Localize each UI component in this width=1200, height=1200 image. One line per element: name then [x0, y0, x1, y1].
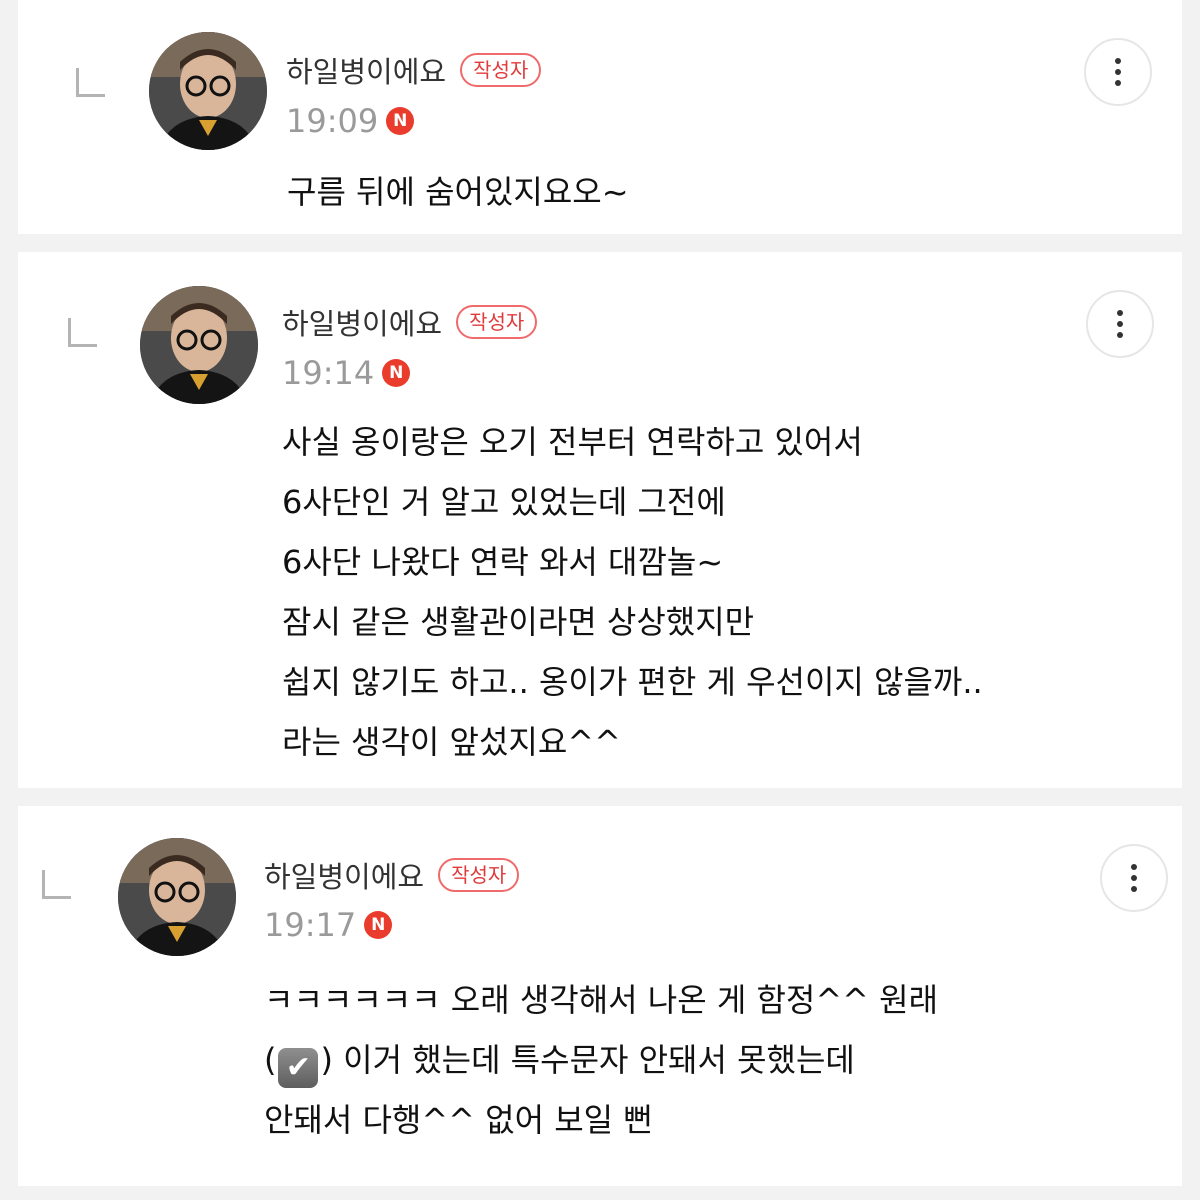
author-badge: 작성자 [456, 305, 538, 339]
comment-line: 안돼서 다행^^ 없어 보일 뻔 [264, 1101, 653, 1139]
comment-time: 19:14 N [282, 354, 411, 392]
author-badge: 작성자 [438, 858, 520, 892]
more-options-button[interactable] [1084, 38, 1152, 106]
comment-line-text: 이거 했는데 특수문자 안돼서 못했는데 [343, 1041, 855, 1079]
more-dot [1117, 321, 1123, 327]
new-badge: N [386, 107, 415, 135]
paren-close: ) [320, 1041, 333, 1079]
author-name[interactable]: 하일병이에요 [264, 854, 424, 896]
author-name[interactable]: 하일병이에요 [282, 301, 442, 343]
comment-line: 잠시 같은 생활관이라면 상상했지만 [282, 603, 755, 641]
comment-body: ㅋㅋㅋㅋㅋㅋ 오래 생각해서 나온 게 함정^^ 원래 (✔) 이거 했는데 특… [264, 970, 938, 1150]
comment-line: ㅋㅋㅋㅋㅋㅋ 오래 생각해서 나온 게 함정^^ 원래 [264, 981, 939, 1019]
comment-author: 하일병이에요 작성자 [286, 49, 542, 91]
paren-open: ( [264, 1041, 277, 1079]
new-badge: N [382, 359, 411, 387]
comment-time: 19:17 N [264, 906, 393, 944]
comment-line: 6사단 나왔다 연락 와서 대깜놀~ [282, 543, 724, 581]
more-dot [1115, 80, 1121, 86]
comment-line: (✔) 이거 했는데 특수문자 안돼서 못했는데 [264, 1030, 938, 1090]
more-dot [1115, 69, 1121, 75]
more-dot [1117, 332, 1123, 338]
time-label: 19:17 [264, 906, 357, 944]
more-options-button[interactable] [1100, 844, 1168, 912]
reply-arrow-icon [42, 870, 71, 899]
check-box-emoji: ✔ [278, 1048, 319, 1088]
comment-card: 하일병이에요 작성자 19:17 N ㅋㅋㅋㅋㅋㅋ 오래 생각해서 나온 게 함… [18, 806, 1182, 1186]
author-badge: 작성자 [460, 53, 542, 87]
reply-arrow-icon [68, 318, 97, 347]
reply-arrow-icon [76, 68, 105, 97]
author-name[interactable]: 하일병이에요 [286, 49, 446, 91]
time-label: 19:14 [282, 354, 375, 392]
avatar[interactable] [140, 286, 258, 404]
avatar[interactable] [118, 838, 236, 956]
comment-author: 하일병이에요 작성자 [282, 301, 538, 343]
more-options-button[interactable] [1086, 290, 1154, 358]
time-label: 19:09 [286, 102, 379, 140]
comment-body: 사실 옹이랑은 오기 전부터 연락하고 있어서 6사단인 거 알고 있었는데 그… [282, 412, 983, 772]
comment-line: 사실 옹이랑은 오기 전부터 연락하고 있어서 [282, 423, 863, 461]
more-dot [1131, 875, 1137, 881]
comment-card: 하일병이에요 작성자 19:09 N 구름 뒤에 숨어있지요오~ [18, 0, 1182, 234]
comment-line: 라는 생각이 앞섰지요^^ [282, 723, 621, 761]
comment-body: 구름 뒤에 숨어있지요오~ [287, 162, 629, 222]
more-vertical-icon [1117, 310, 1123, 316]
avatar[interactable] [149, 32, 267, 150]
comment-line: 쉽지 않기도 하고.. 옹이가 편한 게 우선이지 않을까.. [282, 663, 983, 701]
more-dot [1131, 886, 1137, 892]
comment-line: 6사단인 거 알고 있었는데 그전에 [282, 483, 726, 521]
comment-line: 구름 뒤에 숨어있지요오~ [287, 173, 629, 211]
more-vertical-icon [1131, 864, 1137, 870]
comment-card: 하일병이에요 작성자 19:14 N 사실 옹이랑은 오기 전부터 연락하고 있… [18, 252, 1182, 788]
new-badge: N [364, 911, 393, 939]
comment-author: 하일병이에요 작성자 [264, 854, 520, 896]
more-vertical-icon [1115, 58, 1121, 64]
comment-time: 19:09 N [286, 102, 415, 140]
